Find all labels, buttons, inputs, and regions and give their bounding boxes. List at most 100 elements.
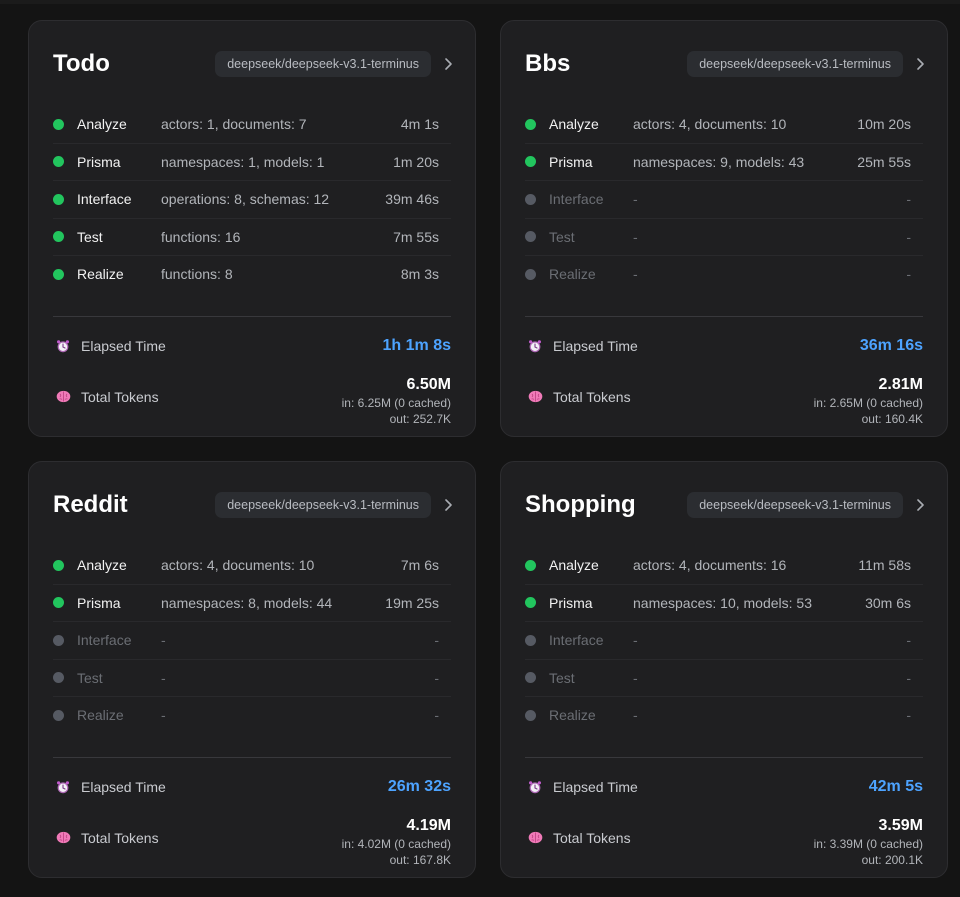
chevron-right-icon[interactable] — [913, 57, 927, 71]
phase-time: - — [434, 632, 439, 649]
phase-name: Prisma — [77, 594, 121, 611]
phase-name: Analyze — [549, 557, 599, 574]
phase-name: Realize — [549, 707, 596, 724]
phase-time: 39m 46s — [385, 191, 439, 208]
phase-time: 10m 20s — [857, 116, 911, 133]
elapsed-row: Elapsed Time 36m 16s — [525, 317, 923, 375]
phase-name: Analyze — [549, 116, 599, 133]
phase-row: Realize - - — [53, 697, 451, 734]
phase-detail: - — [161, 669, 166, 686]
card-header: Bbs deepseek/deepseek-v3.1-terminus — [525, 21, 924, 106]
token-values: 4.19M in: 4.02M (0 cached) out: 167.8K — [342, 816, 451, 868]
phase-row: Analyze actors: 4, documents: 10 10m 20s — [525, 106, 923, 144]
card-title: Reddit — [53, 490, 128, 518]
elapsed-label-text: Elapsed Time — [81, 778, 166, 795]
phase-detail: namespaces: 10, models: 53 — [633, 594, 812, 611]
phase-detail: - — [633, 191, 638, 208]
status-dot — [53, 559, 64, 571]
phase-name: Interface — [77, 191, 132, 208]
phase-row: Prisma namespaces: 8, models: 44 19m 25s — [53, 585, 451, 622]
brain-icon — [527, 830, 543, 846]
phase-row: Interface - - — [525, 622, 923, 660]
top-border — [0, 0, 960, 4]
status-dot — [53, 597, 64, 609]
alarm-clock-icon — [527, 779, 543, 795]
status-dot — [525, 156, 536, 168]
phase-row: Test - - — [53, 660, 451, 697]
card-title: Shopping — [525, 490, 636, 518]
phase-row: Prisma namespaces: 10, models: 53 30m 6s — [525, 585, 923, 622]
phase-detail: functions: 8 — [161, 266, 233, 283]
card-header-actions: deepseek/deepseek-v3.1-terminus — [215, 50, 455, 77]
project-card-shopping[interactable]: Shopping deepseek/deepseek-v3.1-terminus… — [500, 461, 948, 878]
card-header-actions: deepseek/deepseek-v3.1-terminus — [687, 50, 927, 77]
card-header: Shopping deepseek/deepseek-v3.1-terminus — [525, 462, 924, 547]
tokens-total: 2.81M — [878, 375, 923, 393]
phase-detail: - — [633, 632, 638, 649]
phase-name: Test — [549, 669, 575, 686]
tokens-total: 6.50M — [406, 375, 451, 393]
phase-detail: operations: 8, schemas: 12 — [161, 191, 330, 208]
elapsed-row: Elapsed Time 1h 1m 8s — [53, 317, 451, 375]
phase-time: - — [434, 707, 439, 724]
status-dot — [525, 672, 536, 684]
phase-row: Analyze actors: 1, documents: 7 4m 1s — [53, 106, 451, 144]
phase-time: - — [906, 707, 911, 724]
status-dot — [53, 118, 64, 130]
phase-row: Realize - - — [525, 697, 923, 734]
phase-detail: actors: 1, documents: 7 — [161, 116, 307, 133]
phase-time: 4m 1s — [400, 116, 439, 133]
phase-detail: - — [161, 632, 166, 649]
phase-row: Test functions: 16 7m 55s — [53, 219, 451, 256]
model-badge: deepseek/deepseek-v3.1-terminus — [687, 491, 903, 518]
phase-row: Analyze actors: 4, documents: 16 11m 58s — [525, 547, 923, 585]
tokens-label-text: Total Tokens — [553, 829, 631, 846]
tokens-label: Total Tokens — [525, 830, 631, 846]
tokens-label: Total Tokens — [525, 389, 631, 405]
project-card-bbs[interactable]: Bbs deepseek/deepseek-v3.1-terminus Anal… — [500, 20, 948, 437]
elapsed-label: Elapsed Time — [525, 779, 638, 795]
benchmark-grid: Todo deepseek/deepseek-v3.1-terminus Ana… — [28, 20, 948, 878]
project-card-todo[interactable]: Todo deepseek/deepseek-v3.1-terminus Ana… — [28, 20, 476, 437]
phase-time: 11m 58s — [858, 557, 911, 574]
tokens-row: Total Tokens 6.50M in: 6.25M (0 cached) … — [53, 375, 451, 427]
model-badge: deepseek/deepseek-v3.1-terminus — [215, 491, 431, 518]
status-dot — [53, 634, 64, 646]
project-card-reddit[interactable]: Reddit deepseek/deepseek-v3.1-terminus A… — [28, 461, 476, 878]
card-header-actions: deepseek/deepseek-v3.1-terminus — [215, 491, 455, 518]
brain-icon — [527, 389, 543, 405]
elapsed-row: Elapsed Time 42m 5s — [525, 758, 923, 816]
phase-name: Realize — [77, 266, 124, 283]
model-badge: deepseek/deepseek-v3.1-terminus — [215, 50, 431, 77]
phase-time: 7m 6s — [400, 557, 439, 574]
phase-detail: - — [633, 707, 638, 724]
phase-row: Interface - - — [53, 622, 451, 660]
tokens-output: out: 200.1K — [861, 852, 923, 867]
status-dot — [525, 597, 536, 609]
status-dot — [525, 268, 536, 280]
phase-time: - — [906, 266, 911, 283]
phase-detail: namespaces: 8, models: 44 — [161, 594, 333, 611]
elapsed-value: 26m 32s — [387, 777, 451, 795]
chevron-right-icon[interactable] — [913, 498, 927, 512]
status-dot — [53, 672, 64, 684]
tokens-output: out: 167.8K — [389, 852, 451, 867]
phase-detail: - — [633, 266, 638, 283]
tokens-label-text: Total Tokens — [81, 829, 159, 846]
alarm-clock-icon — [55, 779, 71, 795]
chevron-right-icon[interactable] — [441, 57, 455, 71]
phase-time: 30m 6s — [865, 594, 911, 611]
chevron-right-icon[interactable] — [441, 498, 455, 512]
tokens-total: 4.19M — [406, 816, 451, 834]
tokens-row: Total Tokens 3.59M in: 3.39M (0 cached) … — [525, 816, 923, 868]
phase-time: 1m 20s — [393, 153, 439, 170]
phase-name: Interface — [549, 632, 604, 649]
phase-time: - — [434, 669, 439, 686]
brain-icon — [55, 830, 71, 846]
phase-row: Prisma namespaces: 1, models: 1 1m 20s — [53, 144, 451, 181]
elapsed-value: 1h 1m 8s — [382, 336, 451, 354]
status-dot — [525, 559, 536, 571]
phase-time: - — [906, 632, 911, 649]
phase-time: 19m 25s — [385, 594, 439, 611]
phase-name: Prisma — [549, 594, 593, 611]
